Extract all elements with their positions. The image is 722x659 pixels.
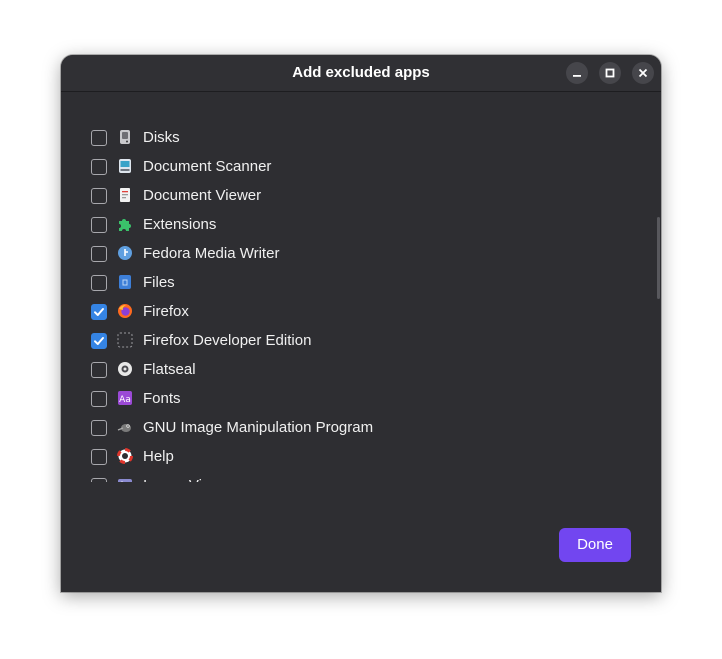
fonts-icon: Aa	[117, 390, 133, 406]
app-checkbox[interactable]	[91, 449, 107, 465]
app-row[interactable]: Disks	[91, 124, 631, 153]
done-button[interactable]: Done	[559, 528, 631, 562]
app-label: Firefox	[143, 303, 189, 320]
disks-icon	[117, 129, 133, 145]
app-label: Document Viewer	[143, 187, 262, 204]
maximize-icon	[605, 68, 615, 78]
fedora-icon	[117, 245, 133, 261]
files-icon	[117, 274, 133, 290]
flatseal-icon	[117, 361, 133, 377]
app-checkbox[interactable]	[91, 391, 107, 407]
app-row[interactable]: Aa Fonts	[91, 385, 631, 414]
app-checkbox[interactable]	[91, 420, 107, 436]
app-checkbox[interactable]	[91, 130, 107, 146]
app-row[interactable]: Extensions	[91, 211, 631, 240]
placeholder-icon	[117, 332, 133, 348]
app-row[interactable]: Help	[91, 443, 631, 472]
app-checkbox[interactable]	[91, 478, 107, 482]
firefox-icon	[117, 303, 133, 319]
app-label: Image Viewer	[143, 472, 234, 482]
app-row[interactable]: Image Viewer	[91, 472, 631, 482]
app-checkbox[interactable]	[91, 159, 107, 175]
image-viewer-icon	[117, 477, 133, 482]
add-excluded-apps-dialog: Add excluded apps Disks Document Scanner D…	[61, 55, 661, 592]
app-row[interactable]: GNU Image Manipulation Program	[91, 414, 631, 443]
app-row[interactable]: Document Scanner	[91, 153, 631, 182]
header-bar: Add excluded apps	[61, 55, 661, 92]
app-label: Fonts	[143, 390, 181, 407]
app-row[interactable]: Document Viewer	[91, 182, 631, 211]
app-checkbox[interactable]	[91, 275, 107, 291]
app-label: GNU Image Manipulation Program	[143, 419, 374, 436]
lifebuoy-icon	[117, 448, 133, 464]
app-label: Fedora Media Writer	[143, 245, 280, 262]
app-checkbox[interactable]	[91, 362, 107, 378]
app-row[interactable]: Firefox	[91, 298, 631, 327]
puzzle-icon	[117, 216, 133, 232]
app-checkbox[interactable]	[91, 333, 107, 349]
app-label: Help	[143, 448, 174, 465]
app-checkbox[interactable]	[91, 246, 107, 262]
minimize-icon	[572, 68, 582, 78]
app-label: Extensions	[143, 216, 217, 233]
app-checkbox[interactable]	[91, 304, 107, 320]
app-label: Document Scanner	[143, 158, 272, 175]
document-viewer-icon	[117, 187, 133, 203]
gimp-icon	[117, 419, 133, 435]
app-row[interactable]: Fedora Media Writer	[91, 240, 631, 269]
app-row[interactable]: Files	[91, 269, 631, 298]
app-list[interactable]: Disks Document Scanner Document Viewer Exte…	[61, 92, 661, 482]
minimize-button[interactable]	[566, 62, 588, 84]
close-icon	[638, 68, 648, 78]
scrollbar-thumb[interactable]	[657, 217, 660, 299]
svg-text:Aa: Aa	[119, 395, 131, 405]
app-label: Firefox Developer Edition	[143, 332, 312, 349]
document-scanner-icon	[117, 158, 133, 174]
maximize-button[interactable]	[599, 62, 621, 84]
app-checkbox[interactable]	[91, 188, 107, 204]
app-label: Disks	[143, 129, 180, 146]
app-label: Files	[143, 274, 175, 291]
app-row[interactable]: Flatseal	[91, 356, 631, 385]
app-row[interactable]: Firefox Developer Edition	[91, 327, 631, 356]
close-button[interactable]	[632, 62, 654, 84]
app-checkbox[interactable]	[91, 217, 107, 233]
app-label: Flatseal	[143, 361, 196, 378]
